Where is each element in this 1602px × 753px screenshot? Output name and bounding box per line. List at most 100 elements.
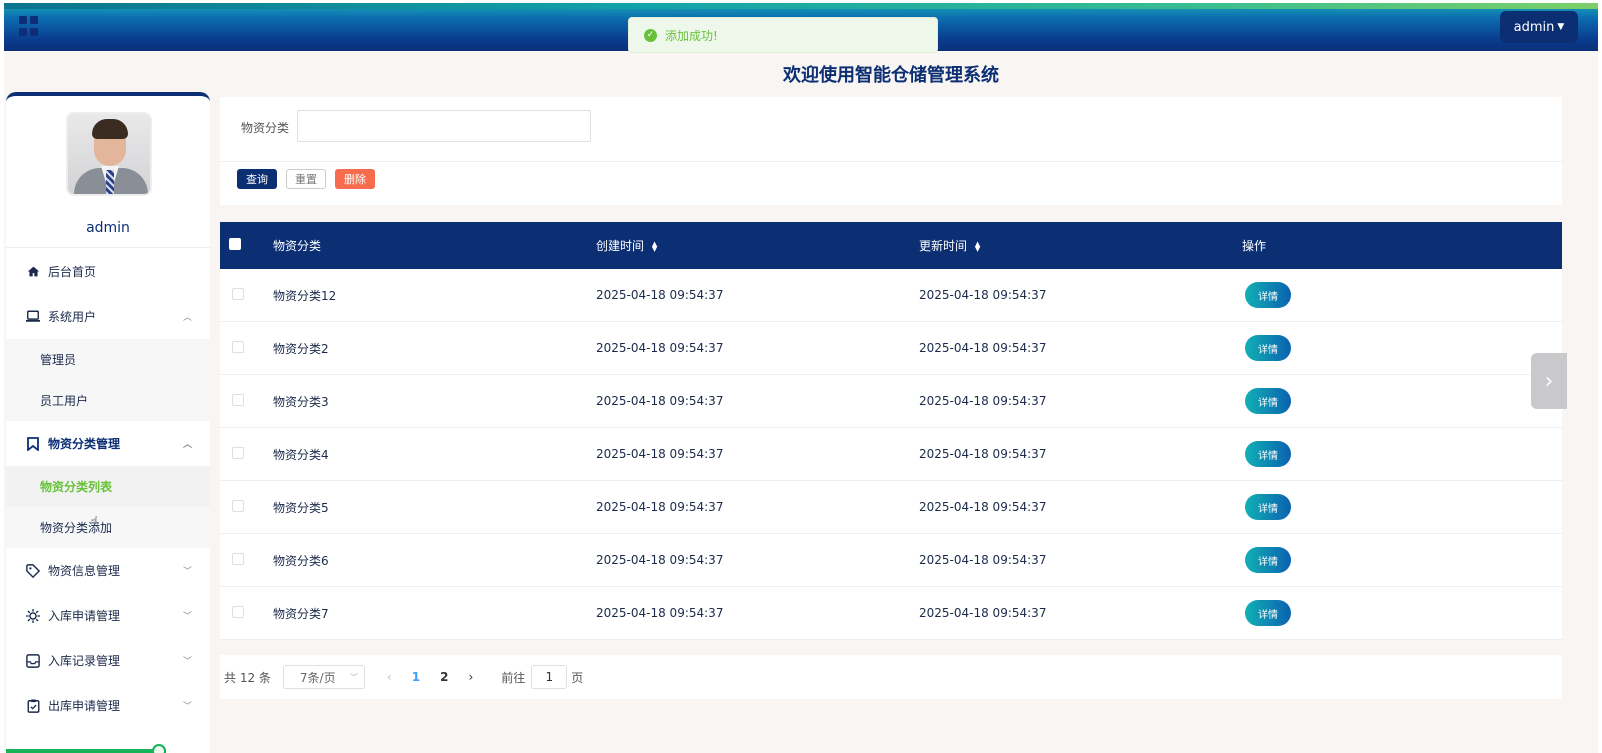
sort-icon[interactable]: ▲ ▼ — [652, 240, 657, 252]
avatar[interactable] — [66, 112, 152, 196]
category-search-input[interactable] — [297, 110, 591, 142]
detail-button[interactable]: 详情 — [1245, 600, 1291, 626]
search-panel: 物资分类 查询 重置 删除 — [220, 97, 1562, 205]
detail-button[interactable]: 详情 — [1245, 547, 1291, 573]
page-size-select[interactable]: 7条/页 ﹀ — [282, 665, 365, 689]
prev-page-icon[interactable]: ‹ — [387, 670, 392, 684]
search-label: 物资分类 — [241, 121, 290, 135]
cell-category: 物资分类6 — [273, 553, 329, 568]
detail-button[interactable]: 详情 — [1245, 388, 1291, 414]
toast-message: 添加成功! — [665, 28, 718, 43]
sidebar-item-label: 出库申请管理 — [48, 699, 121, 713]
table-row: 物资分类7 2025-04-18 09:54:37 2025-04-18 09:… — [220, 587, 1562, 640]
sidebar-item-label: 后台首页 — [48, 265, 97, 279]
column-header-label: 创建时间 — [596, 239, 645, 253]
detail-button[interactable]: 详情 — [1245, 441, 1291, 467]
column-header-category: 物资分类 — [273, 239, 322, 253]
row-checkbox[interactable] — [232, 446, 244, 459]
sidebar-item-system-users[interactable]: 系统用户 ︿ — [6, 294, 210, 339]
success-toast: ✓ 添加成功! — [628, 17, 938, 53]
user-menu-label: admin — [1513, 19, 1555, 35]
cell-updated: 2025-04-18 09:54:37 — [919, 288, 1047, 302]
row-checkbox[interactable] — [232, 393, 244, 406]
chevron-up-icon: ︿ — [182, 440, 192, 450]
column-header-updated[interactable]: 更新时间 ▲ ▼ — [919, 237, 1242, 254]
bookmark-icon — [26, 436, 40, 451]
sidebar-item-label: 物资信息管理 — [48, 564, 121, 578]
user-menu-button[interactable]: admin ▼ — [1500, 11, 1578, 43]
sidebar-menu: 后台首页 系统用户 ︿ 管理员 员工用户 物资分类管理 ︿ 物资分类列表 物资分… — [6, 249, 210, 728]
page-number-1[interactable]: 1 — [412, 670, 420, 684]
table-row: 物资分类6 2025-04-18 09:54:37 2025-04-18 09:… — [220, 534, 1562, 587]
chevron-down-icon: ﹀ — [349, 672, 358, 682]
sidebar-item-material-info[interactable]: 物资信息管理 ﹀ — [6, 548, 210, 593]
sidebar: admin 后台首页 系统用户 ︿ 管理员 员工用户 物资分类管理 ︿ 物资分类… — [6, 92, 210, 753]
select-all-checkbox[interactable] — [229, 238, 241, 250]
reset-button[interactable]: 重置 — [286, 169, 326, 189]
page-size-value: 7条/页 — [299, 670, 336, 685]
page-number-2[interactable]: 2 — [440, 670, 448, 684]
row-checkbox[interactable] — [232, 605, 244, 618]
divider — [6, 247, 210, 248]
clipboard-icon — [26, 698, 40, 713]
sidebar-username: admin — [86, 220, 130, 236]
table-row: 物资分类3 2025-04-18 09:54:37 2025-04-18 09:… — [220, 375, 1562, 428]
cell-created: 2025-04-18 09:54:37 — [596, 606, 724, 620]
sidebar-subitem-category-add[interactable]: 物资分类添加 — [6, 507, 210, 548]
page-title: 欢迎使用智能仓储管理系统 — [783, 65, 999, 86]
sidebar-item-inbound-record[interactable]: 入库记录管理 ﹀ — [6, 638, 210, 683]
sidebar-scroll-handle[interactable] — [152, 744, 166, 753]
divider — [220, 161, 1562, 162]
cell-updated: 2025-04-18 09:54:37 — [919, 553, 1047, 567]
sort-icon[interactable]: ▲ ▼ — [975, 240, 980, 252]
sidebar-subitem-category-list[interactable]: 物资分类列表 — [6, 466, 210, 507]
chevron-down-icon: ﹀ — [182, 702, 192, 712]
page-unit-label: 页 — [571, 670, 584, 685]
grid-icon[interactable] — [19, 16, 39, 36]
column-header-created[interactable]: 创建时间 ▲ ▼ — [596, 237, 919, 254]
cell-category: 物资分类3 — [273, 394, 329, 409]
detail-button[interactable]: 详情 — [1245, 335, 1291, 361]
goto-page-input[interactable]: 1 — [531, 665, 568, 689]
laptop-icon — [26, 310, 40, 324]
table-row: 物资分类4 2025-04-18 09:54:37 2025-04-18 09:… — [220, 428, 1562, 481]
sidebar-scrollbar[interactable] — [6, 749, 166, 753]
sidebar-subitem-staff[interactable]: 员工用户 — [6, 380, 210, 421]
sun-icon — [26, 608, 40, 623]
sidebar-item-category-management[interactable]: 物资分类管理 ︿ — [6, 421, 210, 466]
row-checkbox[interactable] — [232, 552, 244, 565]
inbox-icon — [26, 653, 40, 668]
chevron-right-icon[interactable]: › — [1531, 353, 1567, 409]
delete-button[interactable]: 删除 — [335, 169, 375, 189]
sidebar-subitem-admins[interactable]: 管理员 — [6, 339, 210, 380]
cell-created: 2025-04-18 09:54:37 — [596, 500, 724, 514]
category-table: 物资分类 创建时间 ▲ ▼ 更新时间 ▲ ▼ 操作 物资分类12 2025-04-1… — [220, 222, 1562, 640]
chevron-down-icon: ﹀ — [182, 657, 192, 667]
table-row: 物资分类12 2025-04-18 09:54:37 2025-04-18 09… — [220, 269, 1562, 322]
check-circle-icon: ✓ — [644, 28, 657, 42]
detail-button[interactable]: 详情 — [1245, 494, 1291, 520]
query-button[interactable]: 查询 — [237, 169, 277, 189]
app-frame: admin ▼ ✓ 添加成功! 欢迎使用智能仓储管理系统 admin 后台首页 — [4, 3, 1598, 753]
cell-updated: 2025-04-18 09:54:37 — [919, 341, 1047, 355]
chevron-down-icon: ▼ — [1557, 22, 1565, 32]
row-checkbox[interactable] — [232, 499, 244, 512]
cell-updated: 2025-04-18 09:54:37 — [919, 606, 1047, 620]
sidebar-item-home[interactable]: 后台首页 — [6, 249, 210, 294]
detail-button[interactable]: 详情 — [1245, 282, 1291, 308]
chevron-down-icon: ﹀ — [182, 612, 192, 622]
sidebar-item-label: 系统用户 — [48, 310, 97, 324]
next-page-icon[interactable]: › — [468, 670, 473, 684]
tag-icon — [26, 563, 40, 578]
chevron-up-icon: ︿ — [182, 313, 192, 323]
sidebar-item-label: 入库申请管理 — [48, 609, 121, 623]
cell-updated: 2025-04-18 09:54:37 — [919, 447, 1047, 461]
cell-created: 2025-04-18 09:54:37 — [596, 341, 724, 355]
sidebar-item-inbound-apply[interactable]: 入库申请管理 ﹀ — [6, 593, 210, 638]
column-header-label: 更新时间 — [919, 239, 968, 253]
cell-category: 物资分类2 — [273, 341, 329, 356]
sidebar-item-outbound-apply[interactable]: 出库申请管理 ﹀ — [6, 683, 210, 728]
table-header: 物资分类 创建时间 ▲ ▼ 更新时间 ▲ ▼ 操作 — [220, 222, 1562, 269]
row-checkbox[interactable] — [232, 340, 244, 353]
row-checkbox[interactable] — [232, 287, 244, 300]
